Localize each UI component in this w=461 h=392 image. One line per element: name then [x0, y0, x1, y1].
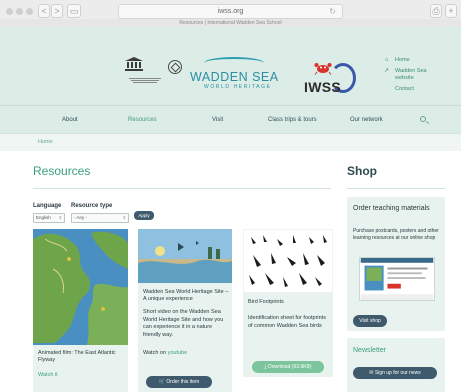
shop-preview-image[interactable] [359, 257, 435, 301]
title-divider [33, 188, 331, 189]
nav-item-resources[interactable]: Resources [128, 106, 157, 134]
cart-icon: 🛒 [158, 379, 166, 385]
resource-card-world-heritage: Wadden Sea World Heritage Site – A uniqu… [138, 229, 232, 392]
watch-it-link[interactable]: Watch it [38, 372, 58, 378]
quick-link-contact[interactable]: Contact [383, 86, 453, 93]
home-icon: ⌂ [384, 57, 389, 63]
shop-teaser-heading: Order teaching materials [353, 205, 430, 212]
url-text: iwss.org [217, 8, 244, 15]
download-icon: ⤓ [264, 364, 267, 370]
wadden-logo-subtitle: WORLD HERITAGE [204, 84, 272, 90]
signup-button-label: Sign up for our news [374, 370, 421, 376]
visit-shop-button[interactable]: Visit shop [353, 315, 387, 327]
newsletter-signup-button[interactable]: ✉ Sign up for our news [353, 367, 437, 379]
external-link-icon: ↗ [383, 68, 390, 74]
quick-link-home[interactable]: ⌂ Home [383, 57, 453, 64]
flyway-map-image[interactable] [33, 229, 128, 345]
zoom-window-button[interactable] [26, 8, 33, 15]
newsletter-heading: Newsletter [353, 347, 387, 354]
select-arrow-icon: ⇕ [122, 215, 126, 220]
resource-type-select-value: - Any - [74, 215, 88, 220]
unesco-caption [125, 78, 165, 83]
shop-teaser: Order teaching materials Purchase postca… [347, 197, 445, 331]
tab-title[interactable]: Resources | International Wadden Sea Sch… [0, 19, 461, 27]
search-icon[interactable] [420, 116, 426, 122]
download-button[interactable]: ⤓ Download (93.9KB) [252, 361, 324, 373]
quick-link-wadden-sea-website[interactable]: ↗ Wadden Sea website [383, 68, 453, 82]
resource-card-flyway: Animated film: The East Atlantic Flyway … [33, 229, 128, 392]
mail-icon: ✉ [369, 370, 374, 376]
quick-link-label: Wadden Sea website [395, 68, 427, 81]
site-header: WADDEN SEA WORLD HERITAGE IWSS ⌂ Home ↗ … [0, 27, 461, 105]
share-icon[interactable]: ⎙ [430, 4, 442, 18]
iwss-logo[interactable]: IWSS [300, 57, 360, 101]
watch-on-label: Watch on [143, 350, 167, 356]
bird-footprints-image[interactable] [243, 229, 333, 293]
card-title[interactable]: Bird Footprints [248, 299, 330, 306]
quick-link-label: Home [395, 57, 410, 63]
language-filter-label: Language [33, 203, 62, 209]
language-select[interactable]: English ⇕ [33, 213, 65, 223]
youtube-link[interactable]: youtube [168, 350, 188, 356]
resource-type-select[interactable]: - Any - ⇕ [71, 213, 129, 223]
shop-teaser-text: Purchase postcards, posters and other le… [353, 228, 439, 241]
back-button[interactable]: < [38, 4, 50, 18]
resource-type-filter-label: Resource type [71, 203, 113, 209]
order-button-label: Order this item [166, 379, 200, 385]
language-select-value: English [36, 215, 51, 220]
card-description: Short video on the Wadden Sea World Heri… [143, 309, 224, 338]
nav-item-class-trips[interactable]: Class trips & tours [268, 106, 317, 134]
sidebar-toggle-icon[interactable]: ▭ [67, 4, 81, 18]
main-nav: About Resources Visit Class trips & tour… [0, 105, 461, 133]
card-title[interactable]: Wadden Sea World Heritage Site – A uniqu… [143, 289, 229, 303]
browser-toolbar: < > ▭ iwss.org ↻ ⎙ + Resources | Interna… [0, 0, 461, 27]
reload-icon[interactable]: ↻ [329, 5, 336, 18]
card-description: Identification sheet for footprints of c… [248, 315, 326, 329]
nav-item-our-network[interactable]: Our network [350, 106, 383, 134]
unesco-temple-icon [125, 57, 143, 71]
newsletter-teaser: Newsletter ✉ Sign up for our news [347, 338, 445, 392]
address-bar[interactable]: iwss.org ↻ [118, 4, 343, 19]
world-heritage-emblem-icon [168, 60, 182, 74]
iwss-logo-text: IWSS [304, 79, 341, 95]
shop-divider [347, 188, 445, 189]
breadcrumb-bar: Home [0, 133, 461, 151]
wadden-logo-title: WADDEN SEA [190, 70, 279, 84]
wadden-sea-logo[interactable]: WADDEN SEA WORLD HERITAGE [190, 57, 280, 90]
select-arrow-icon: ⇕ [58, 215, 62, 220]
breadcrumb-home[interactable]: Home [38, 139, 53, 145]
resource-card-bird-footprints: Bird Footprints Identification sheet for… [243, 229, 333, 377]
forward-button[interactable]: > [51, 4, 63, 18]
nav-item-visit[interactable]: Visit [212, 106, 223, 134]
card-title[interactable]: Animated film: The East Atlantic Flyway [38, 350, 124, 364]
crab-icon [314, 63, 332, 75]
quick-links: ⌂ Home ↗ Wadden Sea website Contact [383, 57, 453, 97]
wadden-arc-icon [204, 57, 264, 69]
order-this-item-button[interactable]: 🛒 Order this item [146, 376, 212, 388]
new-tab-icon[interactable]: + [445, 4, 457, 18]
download-button-label: Download (93.9KB) [268, 364, 312, 370]
nav-item-about[interactable]: About [62, 106, 78, 134]
minimize-window-button[interactable] [16, 8, 23, 15]
close-window-button[interactable] [6, 8, 13, 15]
shop-section-title: Shop [347, 164, 377, 178]
apply-button[interactable]: Apply [134, 211, 154, 220]
watch-on-line: Watch on youtube [143, 350, 187, 356]
quick-link-label: Contact [395, 86, 414, 92]
world-heritage-video-thumbnail[interactable] [138, 229, 232, 283]
unesco-logo [125, 57, 165, 84]
page-title: Resources [33, 164, 91, 178]
